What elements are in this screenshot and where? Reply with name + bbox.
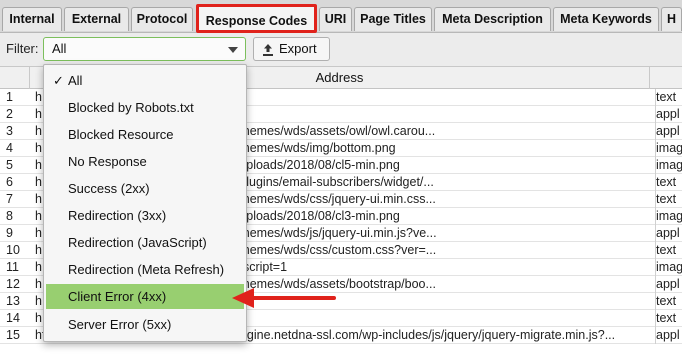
filter-option-label: Success (2xx) (68, 181, 150, 196)
row-content-type: appl (655, 276, 682, 293)
filter-option-label: Blocked by Robots.txt (68, 100, 194, 115)
row-number: 3 (6, 124, 13, 138)
row-number: 13 (6, 294, 20, 308)
row-content-type: appl (655, 123, 682, 140)
tab-meta-description[interactable]: Meta Description (434, 7, 551, 31)
row-content-type: imag (655, 140, 682, 157)
filter-option-client-error[interactable]: Client Error (4xx) (46, 284, 244, 309)
filter-option-label: Redirection (Meta Refresh) (68, 262, 225, 277)
column-header-content-type[interactable] (650, 67, 682, 89)
filter-option-no-response[interactable]: No Response (46, 149, 244, 174)
filter-option-label: All (68, 73, 83, 88)
row-content-type: appl (655, 106, 682, 123)
tab-h-truncated[interactable]: H (661, 7, 682, 31)
row-content-type: text (655, 89, 682, 106)
filter-option-label: Server Error (5xx) (68, 317, 172, 332)
row-content-type: imag (655, 259, 682, 276)
tab-uri[interactable]: URI (319, 7, 352, 31)
filter-option-redirection[interactable]: Redirection (3xx) (46, 203, 244, 228)
filter-option-redirection-meta-refresh[interactable]: Redirection (Meta Refresh) (46, 257, 244, 282)
filter-option-server-error[interactable]: Server Error (5xx) (46, 312, 244, 337)
row-number: 9 (6, 226, 13, 240)
row-number: 4 (6, 141, 13, 155)
row-content-type: appl (655, 327, 682, 344)
red-arrow-icon (232, 288, 336, 308)
row-number: 15 (6, 328, 20, 342)
filter-option-success[interactable]: Success (2xx) (46, 176, 244, 201)
filter-option-label: Redirection (JavaScript) (68, 235, 207, 250)
row-content-type: imag (655, 157, 682, 174)
tab-response-codes[interactable]: Response Codes (196, 4, 317, 33)
filter-select-value: All (52, 41, 67, 56)
row-number: 5 (6, 158, 13, 172)
row-content-type: imag (655, 208, 682, 225)
export-button[interactable]: Export (253, 37, 330, 61)
filter-option-label: Blocked Resource (68, 127, 174, 142)
filter-dropdown-menu: ✓ All Blocked by Robots.txt Blocked Reso… (43, 64, 247, 342)
tab-meta-keywords[interactable]: Meta Keywords (553, 7, 659, 31)
filter-option-label: No Response (68, 154, 147, 169)
row-content-type: text (655, 191, 682, 208)
filter-toolbar: Filter: All Export (0, 33, 682, 67)
filter-select[interactable]: All (43, 37, 246, 61)
column-header-row-number[interactable] (0, 67, 30, 89)
row-number: 11 (6, 260, 19, 274)
row-number: 6 (6, 175, 13, 189)
filter-option-label: Redirection (3xx) (68, 208, 167, 223)
row-number: 12 (6, 277, 20, 291)
checkmark-icon: ✓ (53, 73, 64, 88)
filter-option-label: Client Error (4xx) (68, 289, 167, 304)
filter-option-all[interactable]: ✓ All (46, 68, 244, 93)
row-content-type: text (655, 310, 682, 327)
filter-option-redirection-javascript[interactable]: Redirection (JavaScript) (46, 230, 244, 255)
row-number: 1 (6, 90, 13, 104)
filter-label: Filter: (6, 41, 39, 56)
row-content-type: text (655, 242, 682, 259)
row-number: 14 (6, 311, 20, 325)
row-number: 7 (6, 192, 13, 206)
row-content-type: appl (655, 225, 682, 242)
tab-external[interactable]: External (64, 7, 129, 31)
filter-option-blocked-by-robots[interactable]: Blocked by Robots.txt (46, 95, 244, 120)
row-number: 10 (6, 243, 20, 257)
tab-protocol[interactable]: Protocol (131, 7, 193, 31)
tab-bar: Internal External Protocol Response Code… (0, 0, 682, 33)
row-content-type: text (655, 174, 682, 191)
row-content-type: text (655, 293, 682, 310)
tab-internal[interactable]: Internal (2, 7, 62, 31)
row-number: 2 (6, 107, 13, 121)
row-number: 8 (6, 209, 13, 223)
chevron-down-icon (228, 47, 238, 53)
export-upload-icon (262, 42, 274, 64)
tab-page-titles[interactable]: Page Titles (354, 7, 432, 31)
export-button-label: Export (279, 41, 317, 56)
filter-option-blocked-resource[interactable]: Blocked Resource (46, 122, 244, 147)
